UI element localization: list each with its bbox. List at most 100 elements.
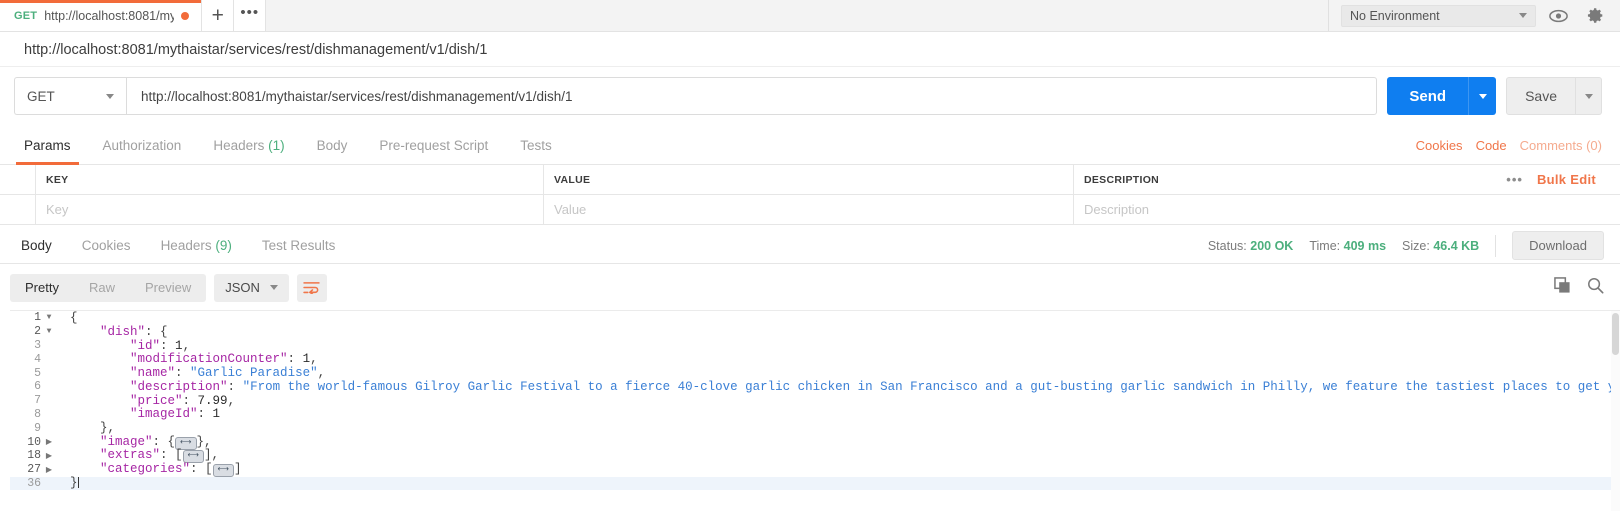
response-tab-headers-count: (9) bbox=[215, 238, 232, 253]
code-line-text: "id": 1, bbox=[58, 339, 190, 353]
json-punctuation: : [ bbox=[160, 448, 183, 463]
request-tab[interactable]: GET http://localhost:8081/mythaistar bbox=[0, 0, 203, 31]
line-number-gutter: 6 bbox=[10, 380, 58, 393]
json-punctuation: : bbox=[227, 379, 243, 394]
body-view-raw[interactable]: Raw bbox=[74, 274, 130, 302]
gear-icon bbox=[1587, 8, 1602, 23]
environment-select[interactable]: No Environment bbox=[1341, 4, 1536, 27]
url-input[interactable]: http://localhost:8081/mythaistar/service… bbox=[126, 77, 1378, 115]
code-line-text: }, bbox=[58, 421, 115, 435]
fold-closed-icon[interactable]: ▶ bbox=[45, 465, 53, 475]
code-line: 8 "imageId": 1 bbox=[10, 407, 1620, 422]
code-line-text: "price": 7.99, bbox=[58, 394, 235, 408]
json-punctuation: , bbox=[182, 338, 191, 353]
json-key: "extras" bbox=[100, 448, 161, 463]
fold-open-icon[interactable]: ▼ bbox=[45, 313, 53, 322]
json-punctuation: : bbox=[197, 407, 213, 422]
params-table-row[interactable]: Key Value Description bbox=[0, 195, 1620, 225]
params-header-key: KEY bbox=[36, 165, 544, 194]
settings-button[interactable] bbox=[1580, 4, 1610, 28]
tab-tests[interactable]: Tests bbox=[504, 138, 568, 164]
tab-pre-request-script[interactable]: Pre-request Script bbox=[363, 138, 504, 164]
tab-authorization[interactable]: Authorization bbox=[87, 138, 198, 164]
line-number: 9 bbox=[34, 421, 41, 435]
http-method-value: GET bbox=[27, 88, 55, 104]
tab-options-button[interactable]: ••• bbox=[234, 0, 267, 31]
param-value-input[interactable]: Value bbox=[544, 195, 1074, 224]
send-button[interactable]: Send bbox=[1387, 77, 1469, 115]
environment-quick-look-button[interactable] bbox=[1543, 4, 1573, 28]
code-line: 7 "price": 7.99, bbox=[10, 394, 1620, 408]
code-vertical-scrollbar[interactable] bbox=[1611, 311, 1620, 511]
code-line: 6 "description": "From the world-famous … bbox=[10, 380, 1620, 394]
params-header-description-label: DESCRIPTION bbox=[1084, 173, 1160, 186]
http-method-select[interactable]: GET bbox=[14, 77, 126, 115]
tab-body[interactable]: Body bbox=[301, 138, 364, 164]
status-group: Status: 200 OK bbox=[1208, 239, 1294, 253]
response-tab-test-results[interactable]: Test Results bbox=[247, 238, 351, 253]
copy-button[interactable] bbox=[1554, 276, 1571, 299]
line-number: 8 bbox=[34, 407, 41, 421]
response-body-actions bbox=[1554, 276, 1604, 299]
param-key-input[interactable]: Key bbox=[36, 195, 544, 224]
environment-value: No Environment bbox=[1350, 8, 1440, 23]
save-options-button[interactable] bbox=[1576, 77, 1602, 115]
json-string: "From the world-famous Gilroy Garlic Fes… bbox=[242, 379, 1620, 394]
body-view-switch: Pretty Raw Preview bbox=[10, 273, 207, 302]
param-description-input[interactable]: Description bbox=[1074, 195, 1620, 224]
params-more-options-button[interactable]: ••• bbox=[1506, 172, 1523, 187]
response-tab-headers[interactable]: Headers (9) bbox=[146, 238, 247, 253]
new-tab-button[interactable]: + bbox=[202, 0, 235, 31]
word-wrap-button[interactable] bbox=[296, 273, 327, 302]
fold-open-icon[interactable]: ▼ bbox=[45, 327, 53, 336]
tab-params-label: Params bbox=[24, 138, 71, 153]
code-link[interactable]: Code bbox=[1476, 138, 1507, 153]
response-tab-body[interactable]: Body bbox=[6, 238, 67, 253]
line-number-gutter: 1 ▼ bbox=[10, 311, 58, 324]
tab-params[interactable]: Params bbox=[8, 138, 87, 165]
json-key: "dish" bbox=[100, 324, 146, 339]
json-punctuation: : bbox=[175, 366, 191, 381]
send-options-button[interactable] bbox=[1468, 77, 1497, 115]
postman-window: GET http://localhost:8081/mythaistar + •… bbox=[0, 0, 1620, 511]
collapsed-fold-widget[interactable]: ⟷ bbox=[212, 464, 235, 478]
time-group: Time: 409 ms bbox=[1309, 239, 1386, 253]
cookies-link[interactable]: Cookies bbox=[1416, 138, 1463, 153]
line-number-gutter: 27 ▶ bbox=[10, 463, 58, 476]
params-header-value: VALUE bbox=[544, 165, 1074, 194]
time-value: 409 ms bbox=[1343, 238, 1387, 253]
line-number: 3 bbox=[34, 338, 41, 352]
response-section-tabs: Body Cookies Headers (9) Test Results St… bbox=[0, 228, 1620, 264]
download-button[interactable]: Download bbox=[1512, 231, 1604, 260]
json-key: "price" bbox=[130, 393, 183, 408]
json-key: "imageId" bbox=[130, 407, 198, 422]
chevron-down-icon bbox=[1584, 93, 1593, 99]
comments-link[interactable]: Comments (0) bbox=[1520, 138, 1602, 153]
json-punctuation: , bbox=[227, 393, 236, 408]
save-button[interactable]: Save bbox=[1506, 77, 1576, 115]
json-key: "name" bbox=[130, 366, 176, 381]
request-tab-name: http://localhost:8081/mythaistar bbox=[44, 8, 175, 23]
response-tab-cookies[interactable]: Cookies bbox=[67, 238, 146, 253]
param-row-checkbox[interactable] bbox=[0, 195, 36, 224]
json-number: 1 bbox=[212, 407, 221, 422]
line-number-gutter: 36 bbox=[10, 477, 58, 490]
search-button[interactable] bbox=[1587, 277, 1604, 299]
code-line: 5 "name": "Garlic Paradise", bbox=[10, 366, 1620, 380]
tab-headers[interactable]: Headers (1) bbox=[197, 138, 300, 164]
bulk-edit-link[interactable]: Bulk Edit bbox=[1537, 172, 1596, 187]
code-line: 2 ▼ "dish": { bbox=[10, 325, 1620, 339]
response-body-code[interactable]: 1 ▼{2 ▼ "dish": {3 "id": 1, 4 "modification… bbox=[10, 310, 1620, 511]
line-number-gutter: 8 bbox=[10, 408, 58, 421]
fold-closed-icon[interactable]: ▶ bbox=[45, 451, 53, 461]
line-number-gutter: 7 bbox=[10, 394, 58, 407]
tab-headers-count: (1) bbox=[268, 138, 285, 153]
body-view-preview[interactable]: Preview bbox=[130, 274, 206, 302]
params-header-description: DESCRIPTION ••• Bulk Edit bbox=[1074, 165, 1620, 194]
body-format-select[interactable]: JSON bbox=[214, 273, 289, 302]
scrollbar-thumb[interactable] bbox=[1612, 313, 1619, 355]
body-view-pretty[interactable]: Pretty bbox=[10, 274, 74, 302]
response-tab-headers-label: Headers bbox=[160, 238, 212, 253]
line-number: 36 bbox=[27, 476, 41, 490]
fold-closed-icon[interactable]: ▶ bbox=[45, 437, 53, 447]
